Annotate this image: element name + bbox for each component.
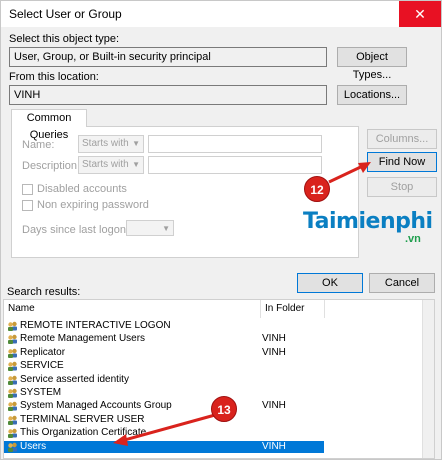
arrow-to-users-row (120, 413, 216, 443)
annotation-arrows (113, 162, 371, 446)
step-12-badge: 12 (304, 176, 330, 202)
tab-common-queries[interactable]: Common Queries (11, 109, 87, 141)
arrowhead-users-icon (113, 434, 128, 446)
step-13-badge: 13 (211, 396, 237, 422)
select-user-or-group-dialog: Select User or Group ✕ Select this objec… (0, 0, 442, 460)
